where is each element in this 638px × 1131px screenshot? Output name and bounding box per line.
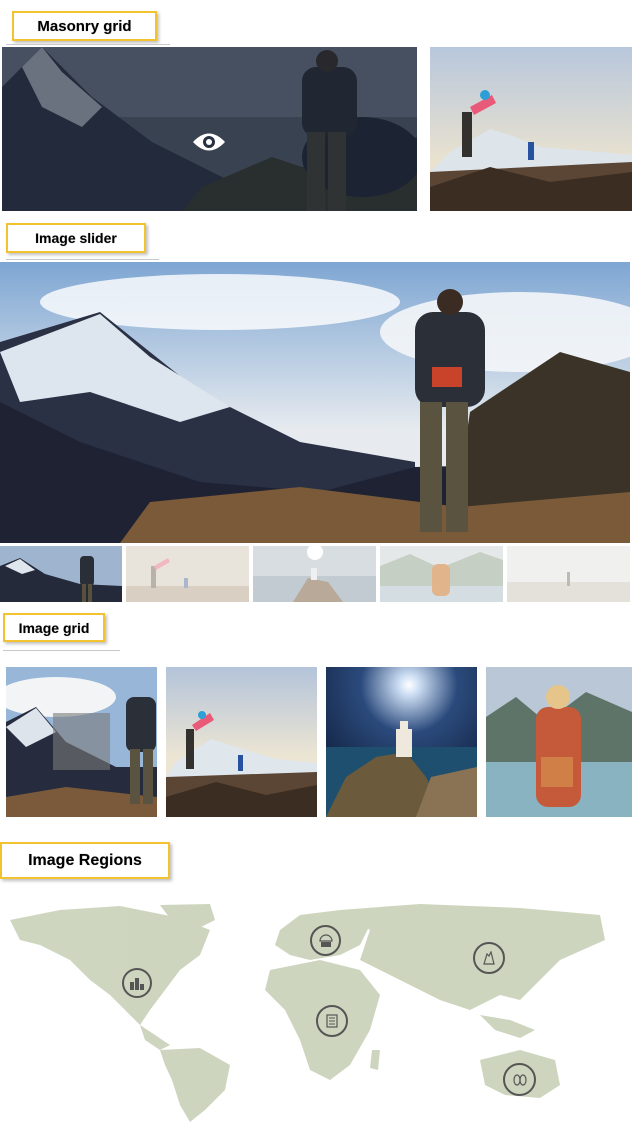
slider-thumbnail-5[interactable] — [507, 546, 630, 602]
city-icon — [130, 978, 144, 990]
landmark-icon — [318, 933, 333, 947]
people-icon — [512, 1073, 527, 1086]
slider-main-image[interactable] — [0, 262, 630, 543]
grid-item-hiker[interactable] — [6, 667, 157, 817]
section-title-masonry-text: Masonry grid — [37, 17, 132, 35]
section-title-masonry: Masonry grid — [12, 11, 157, 41]
selection-overlay — [53, 713, 110, 770]
eye-icon[interactable] — [191, 131, 227, 153]
section-title-grid: Image grid — [3, 613, 105, 642]
divider — [6, 259, 159, 260]
map-marker-europe[interactable] — [310, 925, 341, 956]
section-title-regions: Image Regions — [0, 842, 170, 879]
slider-thumbnail-1[interactable] — [0, 546, 122, 602]
slider-thumbnail-4[interactable] — [380, 546, 503, 602]
grid-item-woman-lake[interactable] — [486, 667, 632, 817]
masonry-item-jumping[interactable] — [430, 47, 632, 211]
slider-thumbnail-3[interactable] — [253, 546, 376, 602]
section-title-slider-text: Image slider — [35, 230, 117, 246]
divider — [3, 650, 120, 651]
section-title-regions-text: Image Regions — [28, 851, 142, 869]
map-marker-australia[interactable] — [503, 1063, 536, 1096]
map-marker-africa[interactable] — [316, 1005, 348, 1037]
grid-item-jumping[interactable] — [166, 667, 317, 817]
temple-icon — [483, 951, 495, 965]
slider-thumbnail-2[interactable] — [126, 546, 249, 602]
masonry-item-hiker[interactable] — [2, 47, 417, 211]
world-map — [0, 900, 612, 1125]
section-title-slider: Image slider — [6, 223, 146, 253]
map-marker-asia[interactable] — [473, 942, 505, 974]
grid-item-lighthouse[interactable] — [326, 667, 477, 817]
divider — [6, 44, 170, 45]
map-marker-north-america[interactable] — [122, 968, 152, 998]
building-icon — [326, 1014, 338, 1028]
section-title-grid-text: Image grid — [18, 619, 90, 636]
